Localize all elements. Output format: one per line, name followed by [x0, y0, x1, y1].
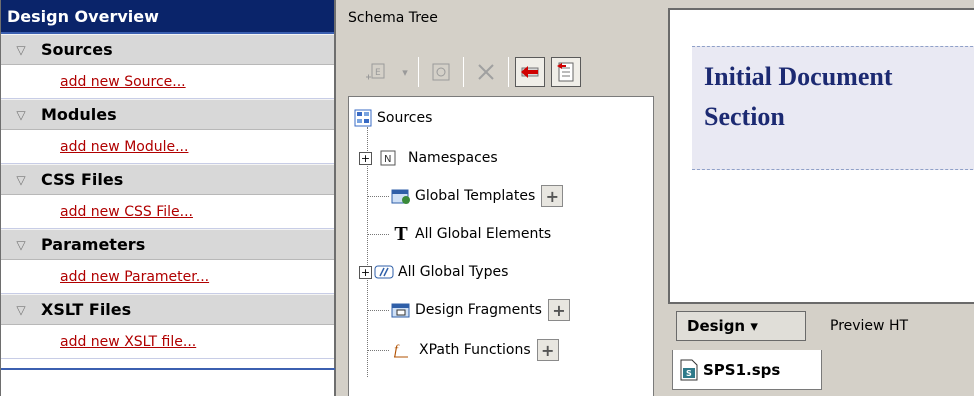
tree-item-label: All Global Elements: [415, 226, 552, 242]
tree-item-xpath-functions[interactable]: f XPath Functions +: [367, 333, 559, 367]
element-t-icon: T: [394, 222, 408, 245]
design-view: Initial Document Section Design ▾ Previe…: [662, 0, 974, 396]
section-modules-header[interactable]: ▽ Modules: [1, 99, 334, 130]
tree-item-label: Namespaces: [408, 150, 498, 166]
tree-item-label: Sources: [377, 110, 433, 126]
add-new-module-link[interactable]: add new Module...: [60, 139, 188, 155]
preview-html-tab[interactable]: Preview HT: [820, 311, 918, 341]
schema-tree: Sources + N Namespaces Global Templates …: [348, 96, 654, 396]
tree-connector: [367, 349, 389, 351]
add-element-icon[interactable]: E: [360, 56, 392, 88]
tree-item-global-templates[interactable]: Global Templates +: [367, 179, 564, 213]
toolbar-separator: [418, 57, 419, 87]
add-new-parameter-link[interactable]: add new Parameter...: [60, 269, 209, 285]
add-xpath-function-button[interactable]: +: [536, 339, 559, 361]
section-css-files-body: add new CSS File...: [1, 195, 334, 229]
section-sources-header[interactable]: ▽ Sources: [1, 34, 334, 65]
tree-connector: [367, 309, 389, 311]
schema-toolbar: E ▾: [348, 50, 654, 94]
divider: [1, 368, 335, 370]
svg-text:N: N: [384, 154, 391, 165]
section-sources-body: add new Source...: [1, 65, 334, 99]
section-parameters-body: add new Parameter...: [1, 260, 334, 294]
tree-item-label: Design Fragments: [415, 302, 542, 318]
doc-title-line-2: Section: [704, 102, 785, 131]
section-label: Sources: [41, 40, 113, 59]
sources-icon: [353, 108, 373, 128]
schema-tree-title: Schema Tree: [348, 10, 438, 26]
expand-icon[interactable]: +: [359, 265, 372, 279]
tree-connector: [367, 233, 389, 235]
svg-text:E: E: [375, 68, 381, 78]
expand-icon[interactable]: +: [359, 151, 372, 165]
list-icon[interactable]: [551, 57, 581, 87]
section-label: Parameters: [41, 235, 146, 254]
global-types-icon: [374, 262, 394, 282]
design-canvas[interactable]: Initial Document Section: [668, 8, 974, 304]
tree-item-label: Global Templates: [415, 188, 536, 204]
collapse-triangle-icon[interactable]: ▽: [1, 238, 41, 252]
collapse-triangle-icon[interactable]: ▽: [1, 303, 41, 317]
tree-connector: [367, 195, 389, 197]
file-tab-label: SPS1.sps: [703, 360, 781, 379]
tree-item-design-fragments[interactable]: Design Fragments +: [367, 293, 570, 327]
add-new-xslt-file-link[interactable]: add new XSLT file...: [60, 334, 196, 350]
tree-item-sources[interactable]: Sources: [353, 101, 432, 135]
tree-item-all-global-types[interactable]: + All Global Types: [359, 255, 508, 289]
properties-icon[interactable]: [425, 56, 457, 88]
section-label: XSLT Files: [41, 300, 132, 319]
section-xslt-files-body: add new XSLT file...: [1, 325, 334, 359]
left-arrow-icon[interactable]: [515, 57, 545, 87]
collapse-triangle-icon[interactable]: ▽: [1, 173, 41, 187]
file-tab-sps1[interactable]: S SPS1.sps: [672, 350, 822, 390]
collapse-triangle-icon[interactable]: ▽: [1, 43, 41, 57]
initial-document-section[interactable]: Initial Document Section: [692, 46, 974, 170]
section-label: CSS Files: [41, 170, 124, 189]
toolbar-separator: [463, 57, 464, 87]
doc-title-line-1: Initial Document: [704, 62, 893, 91]
schema-tree-panel: Schema Tree E ▾ Sources + N Namespaces G…: [338, 0, 660, 396]
design-fragments-icon: [391, 300, 411, 320]
tree-item-namespaces[interactable]: + N Namespaces: [359, 141, 498, 175]
tree-item-label: XPath Functions: [419, 342, 531, 358]
section-css-files-header[interactable]: ▽ CSS Files: [1, 164, 334, 195]
design-overview-title: Design Overview: [1, 0, 334, 34]
section-modules-body: add new Module...: [1, 130, 334, 164]
delete-icon[interactable]: [470, 56, 502, 88]
section-parameters-header[interactable]: ▽ Parameters: [1, 229, 334, 260]
svg-text:S: S: [686, 369, 692, 378]
sps-file-icon: S: [679, 359, 699, 380]
add-global-template-button[interactable]: +: [541, 185, 564, 207]
svg-text:f: f: [394, 343, 400, 358]
section-label: Modules: [41, 105, 117, 124]
global-templates-icon: [391, 186, 411, 206]
collapse-triangle-icon[interactable]: ▽: [1, 108, 41, 122]
dropdown-icon[interactable]: ▾: [398, 56, 412, 88]
add-new-source-link[interactable]: add new Source...: [60, 74, 186, 90]
design-mode-tab[interactable]: Design ▾: [676, 311, 806, 341]
namespace-icon: N: [378, 148, 398, 168]
tree-item-label: All Global Types: [398, 264, 509, 280]
xpath-function-icon: f: [391, 340, 411, 360]
add-new-css-file-link[interactable]: add new CSS File...: [60, 204, 193, 220]
tree-item-all-global-elements[interactable]: T All Global Elements: [367, 217, 551, 251]
section-xslt-files-header[interactable]: ▽ XSLT Files: [1, 294, 334, 325]
toolbar-separator: [508, 57, 509, 87]
design-overview-panel: Design Overview ▽ Sources add new Source…: [0, 0, 336, 396]
add-design-fragment-button[interactable]: +: [547, 299, 570, 321]
view-mode-bar: Design ▾ Preview HT: [668, 304, 974, 348]
